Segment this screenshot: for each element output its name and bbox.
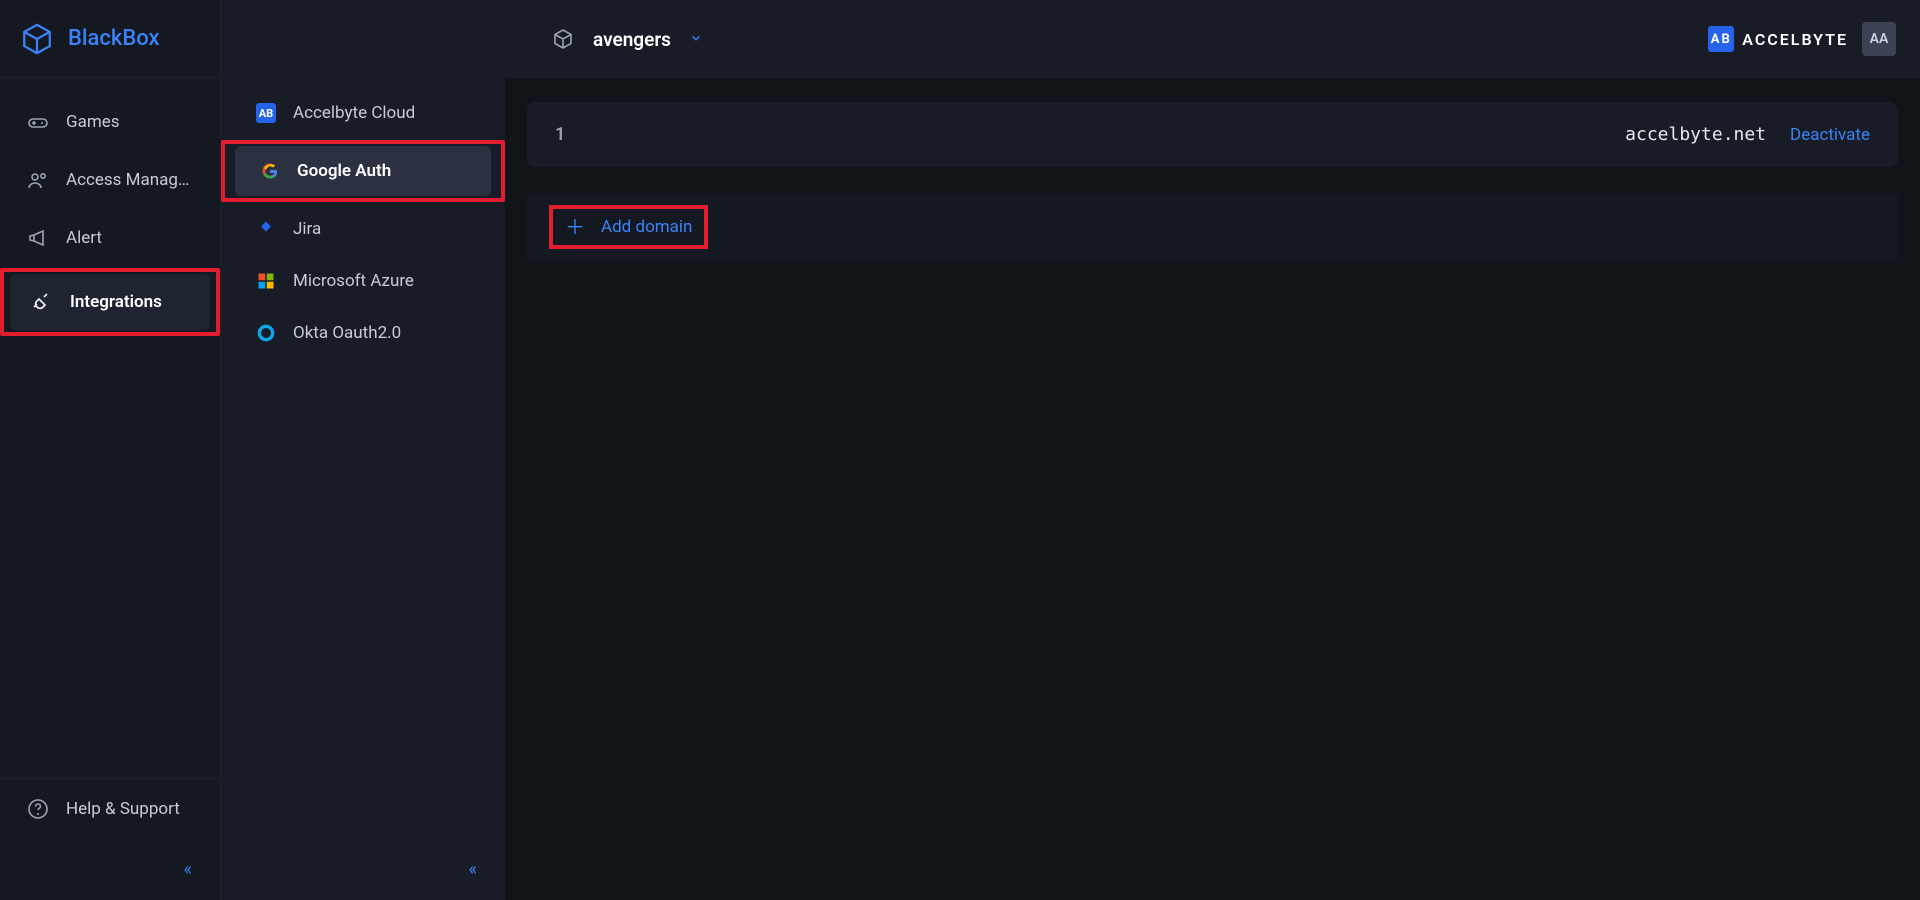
cube-icon: [551, 27, 575, 51]
subnav-collapse-button[interactable]: «: [221, 839, 505, 900]
highlight-google-auth: Google Auth: [221, 140, 505, 202]
vendor-mark-icon: AB: [1708, 26, 1734, 52]
gamepad-icon: [26, 110, 50, 134]
add-domain-label: Add domain: [601, 217, 692, 237]
subnav-item-label: Google Auth: [297, 161, 391, 181]
domain-row: 1 accelbyte.net Deactivate: [527, 102, 1898, 167]
plus-icon: ＋: [565, 217, 585, 237]
subnav-item-label: Jira: [293, 219, 321, 239]
content: 1 accelbyte.net Deactivate ＋ Add domain: [505, 78, 1920, 285]
topbar: avengers AB ACCELBYTE AA: [221, 0, 1920, 78]
brand-name: BlackBox: [68, 26, 160, 51]
sidebar-item-label: Help & Support: [66, 799, 180, 819]
avatar[interactable]: AA: [1862, 22, 1896, 56]
sidebar-nav: Games Access Manage… Alert Integrations: [0, 78, 220, 778]
subnav-item-google-auth[interactable]: Google Auth: [235, 146, 491, 196]
vendor-logo[interactable]: AB ACCELBYTE: [1708, 26, 1848, 52]
avatar-initials: AA: [1870, 31, 1889, 47]
subnav-item-label: Okta Oauth2.0: [293, 323, 401, 343]
sidebar-collapse-button[interactable]: «: [0, 839, 220, 900]
sidebar-item-label: Games: [66, 112, 120, 132]
chevron-double-left-icon: «: [184, 859, 192, 880]
subnav-item-okta[interactable]: Okta Oauth2.0: [231, 308, 495, 358]
topbar-right: AB ACCELBYTE AA: [1708, 22, 1896, 56]
plug-icon: [30, 290, 54, 314]
add-domain-bar: ＋ Add domain: [527, 193, 1898, 261]
sidebar-item-access-management[interactable]: Access Manage…: [6, 152, 214, 208]
highlight-add-domain: ＋ Add domain: [549, 205, 708, 249]
chevron-down-icon: [689, 30, 703, 49]
okta-icon: [255, 322, 277, 344]
subnav-item-accelbyte-cloud[interactable]: AB Accelbyte Cloud: [231, 88, 495, 138]
sidebar-item-label: Alert: [66, 228, 102, 248]
integrations-subnav: AB Accelbyte Cloud Google Auth: [221, 0, 505, 900]
vendor-name: ACCELBYTE: [1742, 30, 1848, 49]
sidebar-item-alert[interactable]: Alert: [6, 210, 214, 266]
logo-cube-icon: [20, 22, 54, 56]
sidebar-item-integrations[interactable]: Integrations: [10, 274, 210, 330]
highlight-integrations: Integrations: [0, 268, 220, 336]
main: avengers AB ACCELBYTE AA 1 accelbyte.net…: [505, 0, 1920, 900]
add-domain-button[interactable]: ＋ Add domain: [553, 209, 704, 245]
subnav-item-label: Accelbyte Cloud: [293, 103, 415, 123]
project-selector[interactable]: avengers: [505, 27, 703, 51]
chevron-double-left-icon: «: [469, 859, 477, 880]
megaphone-icon: [26, 226, 50, 250]
help-circle-icon: [26, 797, 50, 821]
primary-sidebar: BlackBox Games Access Manage… Alert: [0, 0, 221, 900]
sidebar-item-label: Access Manage…: [66, 170, 194, 190]
subnav-item-jira[interactable]: Jira: [231, 204, 495, 254]
integrations-list: AB Accelbyte Cloud Google Auth: [221, 0, 505, 839]
subnav-item-microsoft-azure[interactable]: Microsoft Azure: [231, 256, 495, 306]
brand[interactable]: BlackBox: [0, 0, 220, 78]
sidebar-item-label: Integrations: [70, 292, 162, 312]
google-icon: [259, 160, 281, 182]
accelbyte-cloud-icon: AB: [255, 102, 277, 124]
users-icon: [26, 168, 50, 192]
row-domain: accelbyte.net: [1625, 124, 1766, 145]
deactivate-button[interactable]: Deactivate: [1790, 125, 1870, 145]
project-name: avengers: [593, 28, 671, 51]
row-index: 1: [555, 124, 575, 145]
jira-icon: [255, 218, 277, 240]
sidebar-item-help[interactable]: Help & Support: [6, 781, 214, 837]
subnav-item-label: Microsoft Azure: [293, 271, 414, 291]
microsoft-icon: [255, 270, 277, 292]
sidebar-footer: Help & Support «: [0, 778, 220, 900]
sidebar-item-games[interactable]: Games: [6, 94, 214, 150]
